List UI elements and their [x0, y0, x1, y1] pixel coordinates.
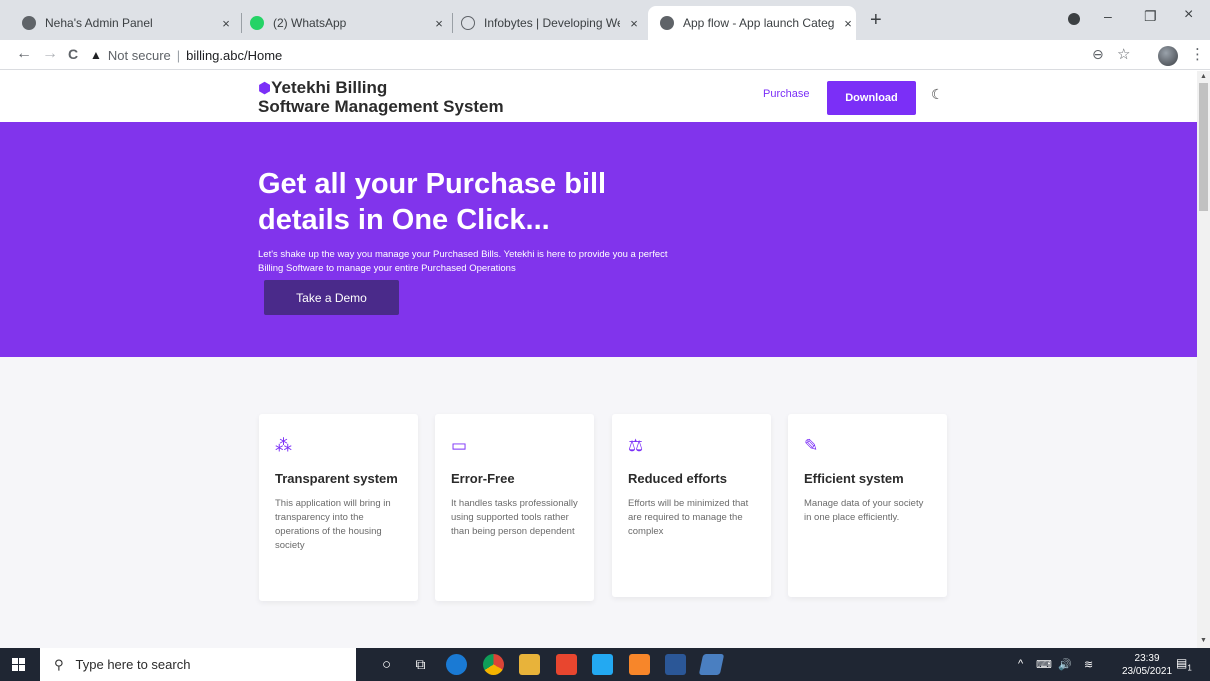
feature-description: It handles tasks professionally using su…: [451, 498, 578, 537]
brand-tagline: Software Management System: [258, 97, 504, 116]
tab-separator: [452, 13, 453, 33]
page-scrollbar[interactable]: ▲ ▼: [1197, 71, 1210, 648]
tray-chevron-icon[interactable]: ^: [1018, 658, 1023, 670]
feature-title: Reduced efforts: [628, 471, 727, 486]
xampp-icon[interactable]: [629, 654, 650, 675]
notification-icon[interactable]: ▤1: [1176, 656, 1192, 672]
browser-tab-strip: Neha's Admin Panel × (2) WhatsApp × Info…: [0, 0, 1210, 40]
feature-description: This application will bring in transpare…: [275, 498, 391, 551]
feature-card-transparent: ⁂ Transparent system This application wi…: [259, 414, 418, 601]
window-close-button[interactable]: ×: [1184, 6, 1193, 24]
wifi-icon[interactable]: ≋: [1084, 658, 1093, 671]
vscode-icon[interactable]: [592, 654, 613, 675]
address-divider: |: [176, 47, 181, 63]
word-icon[interactable]: [665, 654, 686, 675]
chrome-icon[interactable]: [483, 654, 504, 675]
git-icon[interactable]: [556, 654, 577, 675]
url-text: billing.abc/Home: [186, 47, 283, 63]
tab-close-button[interactable]: ×: [626, 16, 642, 31]
tab-close-button[interactable]: ×: [218, 16, 234, 31]
notepad-icon[interactable]: [698, 654, 725, 675]
security-label: Not secure: [107, 47, 171, 63]
tab-title: App flow - App launch Category: [683, 16, 834, 30]
globe-icon: [22, 16, 36, 30]
windows-start-button[interactable]: [12, 658, 26, 672]
tab-infobytes[interactable]: Infobytes | Developing Websites ×: [461, 6, 642, 40]
clock-date: 23/05/2021: [1122, 666, 1173, 677]
restore-button[interactable]: ❐: [1144, 8, 1157, 25]
nav-link-purchase[interactable]: Purchase: [763, 88, 809, 100]
system-clock[interactable]: 23:39 23/05/2021: [1122, 652, 1172, 678]
search-placeholder: Type here to search: [75, 657, 191, 672]
feature-title: Efficient system: [804, 471, 904, 486]
hero-description: Let's shake up the way you manage your P…: [258, 249, 668, 274]
volume-icon[interactable]: 🔊: [1058, 658, 1072, 671]
feature-description: Efforts will be minimized that are requi…: [628, 498, 749, 537]
laptop-icon: ▭: [451, 436, 468, 455]
compass-icon: [461, 16, 475, 30]
edge-icon[interactable]: [446, 654, 467, 675]
hero-banner: Get all your Purchase bill details in On…: [0, 122, 1197, 357]
file-explorer-icon[interactable]: [519, 654, 540, 675]
new-tab-button[interactable]: +: [870, 10, 882, 30]
feature-card-error-free: ▭ Error-Free It handles tasks profession…: [435, 414, 594, 601]
forward-button[interactable]: →: [42, 45, 58, 63]
feature-title: Transparent system: [275, 471, 398, 486]
browser-toolbar: ← → C ▲ Not secure | billing.abc/Home ⊖ …: [0, 40, 1210, 70]
whatsapp-icon: [250, 16, 264, 30]
scroll-up-icon[interactable]: ▲: [1200, 73, 1207, 80]
tab-title: (2) WhatsApp: [273, 16, 347, 30]
edit-icon: ✎: [804, 436, 819, 455]
page-viewport: ⬢Yetekhi Billing Software Management Sys…: [0, 71, 1197, 648]
hero-title: Get all your Purchase bill details in On…: [258, 168, 607, 236]
download-button[interactable]: Download: [827, 81, 916, 115]
reload-button[interactable]: C: [68, 46, 78, 62]
avatar[interactable]: [1158, 46, 1178, 66]
browser-menu-icon[interactable]: ⋮: [1190, 45, 1205, 63]
cube-icon: ⬢: [258, 80, 272, 97]
back-button[interactable]: ←: [16, 45, 32, 63]
scroll-down-icon[interactable]: ▼: [1200, 637, 1207, 644]
globe-icon: [660, 16, 674, 30]
profile-dot-icon[interactable]: [1068, 13, 1080, 25]
warning-icon: ▲: [90, 48, 102, 62]
cubes-icon: ⁂: [275, 436, 292, 455]
brand-name: Yetekhi Billing: [271, 78, 388, 97]
feature-title: Error-Free: [451, 471, 515, 486]
notification-count: 1: [1187, 663, 1192, 673]
scrollbar-thumb[interactable]: [1199, 83, 1208, 211]
tab-app-flow[interactable]: App flow - App launch Category ×: [648, 6, 856, 40]
network-icon[interactable]: ⌨: [1036, 658, 1052, 671]
feature-card-efficient: ✎ Efficient system Manage data of your s…: [788, 414, 947, 597]
moon-icon[interactable]: ☾: [931, 86, 944, 103]
clock-time: 23:39: [1134, 653, 1160, 664]
tab-admin-panel[interactable]: Neha's Admin Panel ×: [22, 6, 234, 40]
address-bar[interactable]: ▲ Not secure | billing.abc/Home: [90, 43, 1165, 67]
site-header: ⬢Yetekhi Billing Software Management Sys…: [0, 71, 1197, 122]
feature-description: Manage data of your society in one place…: [804, 498, 924, 523]
tab-separator: [241, 13, 242, 33]
tab-close-button[interactable]: ×: [840, 16, 856, 31]
search-icon: ⚲: [54, 656, 64, 672]
zoom-icon[interactable]: ⊖: [1092, 46, 1104, 63]
take-demo-button[interactable]: Take a Demo: [264, 280, 399, 315]
balance-scale-icon: ⚖: [628, 436, 644, 455]
bookmark-star-icon[interactable]: ☆: [1117, 45, 1130, 63]
tab-close-button[interactable]: ×: [431, 16, 447, 31]
feature-card-reduced-efforts: ⚖ Reduced efforts Efforts will be minimi…: [612, 414, 771, 597]
taskbar-search-input[interactable]: ⚲ Type here to search: [40, 648, 356, 681]
windows-taskbar: ⚲ Type here to search ○ ⧉ ^ ⌨ 🔊 ≋ 23:39 …: [0, 648, 1210, 681]
tab-title: Neha's Admin Panel: [45, 16, 153, 30]
tab-whatsapp[interactable]: (2) WhatsApp ×: [250, 6, 447, 40]
cortana-icon[interactable]: ○: [376, 654, 397, 675]
tab-title: Infobytes | Developing Websites: [484, 16, 620, 30]
brand-logo[interactable]: ⬢Yetekhi Billing Software Management Sys…: [258, 79, 504, 116]
task-view-icon[interactable]: ⧉: [410, 654, 431, 675]
minimize-button[interactable]: –: [1104, 8, 1112, 24]
